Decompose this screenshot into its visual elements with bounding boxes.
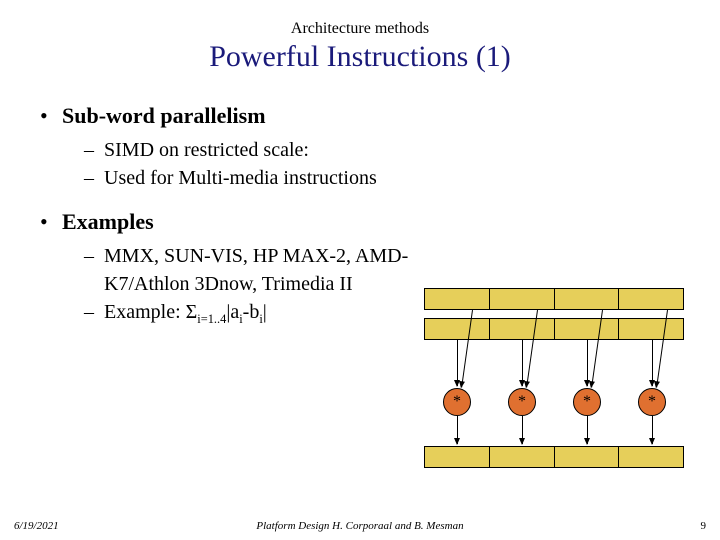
formula-part: -b: [243, 301, 260, 323]
sub-text: SIMD on restricted scale:: [104, 136, 680, 164]
op-symbol: *: [648, 394, 656, 410]
dash-icon: –: [84, 136, 104, 164]
sub-item: – Used for Multi-media instructions: [84, 164, 680, 192]
footer: 6/19/2021 Platform Design H. Corporaal a…: [0, 520, 720, 532]
formula-sub: i=1..4: [197, 312, 226, 326]
bullet-label: Sub-word parallelism: [62, 102, 266, 130]
lane-cell: [619, 319, 683, 339]
arrow-icon: [522, 340, 523, 386]
lane-cell: [490, 289, 555, 309]
dash-icon: –: [84, 242, 104, 298]
lane-cell: [490, 319, 555, 339]
slide: Architecture methods Powerful Instructio…: [0, 0, 720, 333]
footer-page: 9: [701, 520, 707, 532]
dash-icon: –: [84, 298, 104, 333]
lane-cell: [425, 447, 490, 467]
arrow-icon: [587, 340, 588, 386]
arrow-icon: [652, 340, 653, 386]
sigma-icon: Σ: [186, 301, 198, 323]
formula-part: |a: [226, 301, 239, 323]
output-bar: [424, 446, 684, 468]
lane-cell: [490, 447, 555, 467]
lane-cell: [425, 289, 490, 309]
bullet-subword: • Sub-word parallelism – SIMD on restric…: [40, 102, 680, 192]
op-symbol: *: [453, 394, 461, 410]
input-bar-a: [424, 288, 684, 310]
op-node: *: [638, 388, 666, 416]
footer-center: Platform Design H. Corporaal and B. Mesm…: [0, 520, 720, 532]
arrow-icon: [587, 416, 588, 444]
op-node: *: [573, 388, 601, 416]
lane-cell: [555, 319, 620, 339]
sub-text: Used for Multi-media instructions: [104, 164, 680, 192]
simd-diagram: * * * *: [424, 288, 686, 474]
lane-cell: [555, 289, 620, 309]
pretitle: Architecture methods: [40, 20, 680, 38]
slide-title: Powerful Instructions (1): [40, 40, 680, 74]
op-node: *: [443, 388, 471, 416]
formula-prefix: Example:: [104, 301, 186, 323]
op-symbol: *: [518, 394, 526, 410]
lane-cell: [425, 319, 490, 339]
dash-icon: –: [84, 164, 104, 192]
arrow-icon: [457, 416, 458, 444]
footer-date: 6/19/2021: [14, 520, 59, 532]
arrow-icon: [457, 340, 458, 386]
bullet-label: Examples: [62, 208, 154, 236]
op-node: *: [508, 388, 536, 416]
lane-cell: [555, 447, 620, 467]
op-symbol: *: [583, 394, 591, 410]
arrow-icon: [522, 416, 523, 444]
bullet-dot-icon: •: [40, 208, 62, 236]
sub-item: – SIMD on restricted scale:: [84, 136, 680, 164]
bullet-dot-icon: •: [40, 102, 62, 130]
arrow-icon: [652, 416, 653, 444]
lane-cell: [619, 447, 683, 467]
formula-part: |: [263, 301, 267, 323]
input-bar-b: [424, 318, 684, 340]
lane-cell: [619, 289, 683, 309]
